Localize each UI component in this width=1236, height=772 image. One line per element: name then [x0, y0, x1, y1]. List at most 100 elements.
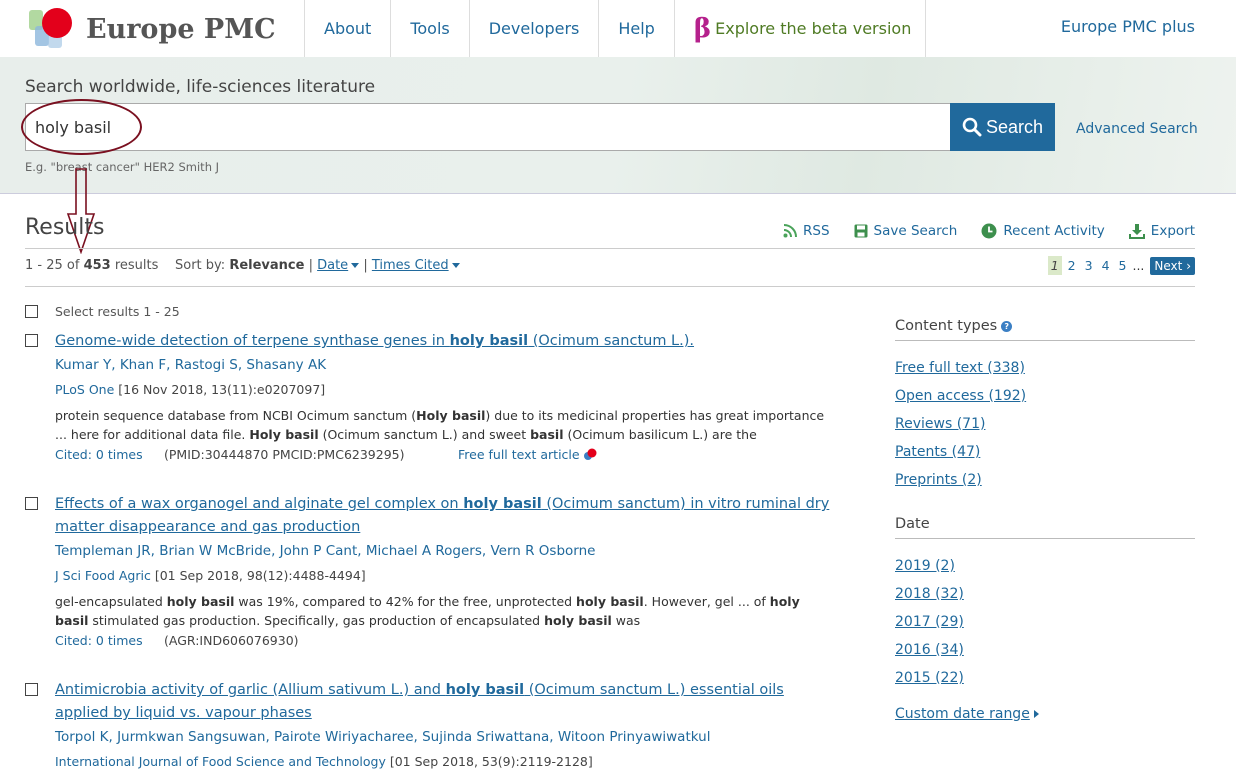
floppy-disk-icon [854, 224, 868, 238]
nav-beta[interactable]: β Explore the beta version [673, 0, 927, 57]
recent-activity-button[interactable]: Recent Activity [981, 223, 1105, 239]
caret-down-icon [351, 263, 360, 268]
title-text: Genome-wide detection of terpene synthas… [55, 333, 450, 349]
cited-count[interactable]: Cited: 0 times [55, 447, 164, 462]
title-highlight: holy basil [463, 496, 542, 512]
page-4[interactable]: 4 [1099, 256, 1113, 275]
europe-pmc-logo[interactable]: Europe PMC [26, 4, 276, 52]
title-text: (Ocimum sanctum L.). [528, 333, 695, 349]
filter-open-access[interactable]: Open access (192) [895, 382, 1195, 410]
next-page-button[interactable]: Next › [1150, 256, 1195, 275]
filter-patents[interactable]: Patents (47) [895, 438, 1195, 466]
result-title[interactable]: Genome-wide detection of terpene synthas… [55, 333, 694, 349]
journal-name[interactable]: International Journal of Food Science an… [55, 754, 386, 769]
result-checkbox[interactable] [25, 497, 38, 510]
snippet-highlight: holy basil [166, 594, 235, 609]
rss-button[interactable]: RSS [783, 223, 830, 239]
select-all-checkbox[interactable] [25, 305, 38, 318]
clock-icon [981, 223, 997, 239]
title-highlight: holy basil [449, 333, 529, 349]
nav-about[interactable]: About [304, 0, 390, 57]
filter-reviews[interactable]: Reviews (71) [895, 410, 1195, 438]
search-button-label: Search [985, 116, 1044, 137]
filter-year-2019[interactable]: 2019 (2) [895, 552, 1195, 580]
rss-icon [783, 224, 798, 238]
results-suffix: results [110, 258, 159, 273]
save-search-button[interactable]: Save Search [854, 223, 957, 239]
result-item: Genome-wide detection of terpene synthas… [25, 330, 835, 462]
help-icon[interactable]: ? [1001, 320, 1013, 332]
export-button[interactable]: Export [1128, 223, 1195, 239]
custom-date-range-link[interactable]: Custom date range [895, 706, 1195, 722]
page-5[interactable]: 5 [1116, 256, 1130, 275]
snippet-text: stimulated gas production. Specifically,… [88, 613, 545, 628]
page-ellipsis: ... [1132, 258, 1145, 273]
filter-year-2017[interactable]: 2017 (29) [895, 608, 1195, 636]
snippet-highlight: basil [530, 427, 564, 442]
caret-down-icon [451, 263, 460, 268]
search-input[interactable] [25, 103, 951, 151]
nav-tools[interactable]: Tools [390, 0, 468, 57]
filter-year-2018[interactable]: 2018 (32) [895, 580, 1195, 608]
snippet-text: (Ocimum basilicum L.) are the [563, 427, 757, 442]
result-item: Effects of a wax organogel and alginate … [25, 493, 835, 648]
nav-help[interactable]: Help [598, 0, 673, 57]
result-title[interactable]: Effects of a wax organogel and alginate … [55, 496, 829, 535]
filter-free-full-text[interactable]: Free full text (338) [895, 354, 1195, 382]
snippet-text: gel-encapsulated [55, 594, 167, 609]
search-button[interactable]: Search [950, 103, 1055, 151]
sort-times-cited-label: Times Cited [371, 258, 449, 273]
date-heading: Date [895, 516, 1195, 539]
snippet-text: . However, gel ... of [643, 594, 770, 609]
search-icon [962, 117, 982, 137]
sort-date[interactable]: Date [317, 258, 360, 273]
result-checkbox[interactable] [25, 334, 38, 347]
page-1[interactable]: 1 [1047, 256, 1062, 275]
sort-label: Sort by: [175, 258, 226, 273]
select-all: Select results 1 - 25 [25, 304, 180, 319]
download-icon [1128, 224, 1145, 239]
sort-relevance[interactable]: Relevance [229, 258, 304, 273]
result-snippet: gel-encapsulated holy basil was 19%, com… [55, 592, 835, 630]
sort-separator: | [363, 258, 368, 273]
result-journal: International Journal of Food Science an… [55, 752, 835, 772]
filter-year-2016[interactable]: 2016 (34) [895, 636, 1195, 664]
nav-developers[interactable]: Developers [468, 0, 599, 57]
page-2[interactable]: 2 [1065, 256, 1079, 275]
europe-pmc-plus-link[interactable]: Europe PMC plus [1061, 17, 1195, 36]
result-title[interactable]: Antimicrobia activity of garlic (Allium … [55, 682, 784, 721]
snippet-highlight: holy basil [576, 594, 644, 609]
logo-text: Europe PMC [86, 14, 276, 45]
annotation-oval [21, 99, 142, 155]
search-example: E.g. "breast cancer" HER2 Smith J [25, 160, 220, 174]
results-actions: RSS Save Search Recent Activity Export [783, 223, 1195, 239]
result-checkbox[interactable] [25, 683, 38, 696]
result-authors[interactable]: Kumar Y, Khan F, Rastogi S, Shasany AK [55, 354, 835, 376]
cited-count[interactable]: Cited: 0 times [55, 633, 164, 648]
results-range: 1 - 25 of [25, 258, 84, 273]
filter-preprints[interactable]: Preprints (2) [895, 466, 1195, 494]
sort-times-cited[interactable]: Times Cited [372, 258, 460, 273]
export-label: Export [1150, 223, 1195, 239]
citation: [16 Nov 2018, 13(11):e0207097] [114, 382, 326, 397]
journal-name[interactable]: PLoS One [55, 382, 114, 397]
date-filter: Date 2019 (2) 2018 (32) 2017 (29) 2016 (… [895, 516, 1195, 722]
citation: [01 Sep 2018, 98(12):4488-4494] [150, 568, 366, 583]
main-nav: About Tools Developers Help β Explore th… [304, 0, 927, 57]
result-meta: Cited: 0 times (PMID:30444870 PMCID:PMC6… [55, 447, 835, 462]
result-journal: PLoS One [16 Nov 2018, 13(11):e0207097] [55, 380, 835, 400]
journal-name[interactable]: J Sci Food Agric [55, 568, 151, 583]
result-snippet: protein sequence database from NCBI Ocim… [55, 406, 835, 444]
free-full-text-link[interactable]: Free full text article [458, 447, 597, 462]
divider [25, 286, 1195, 287]
top-header: Europe PMC About Tools Developers Help β… [0, 0, 1236, 57]
filter-year-2015[interactable]: 2015 (22) [895, 664, 1195, 692]
result-authors[interactable]: Templeman JR, Brian W McBride, John P Ca… [55, 540, 835, 562]
snippet-text: was [611, 613, 641, 628]
snippet-text: (Ocimum sanctum L.) and sweet [318, 427, 531, 442]
results-title: Results [25, 215, 105, 240]
result-authors[interactable]: Torpol K, Jurmkwan Sangsuwan, Pairote Wi… [55, 726, 835, 748]
advanced-search-link[interactable]: Advanced Search [1076, 121, 1198, 137]
page-3[interactable]: 3 [1082, 256, 1096, 275]
search-panel: Search worldwide, life-sciences literatu… [0, 57, 1236, 194]
